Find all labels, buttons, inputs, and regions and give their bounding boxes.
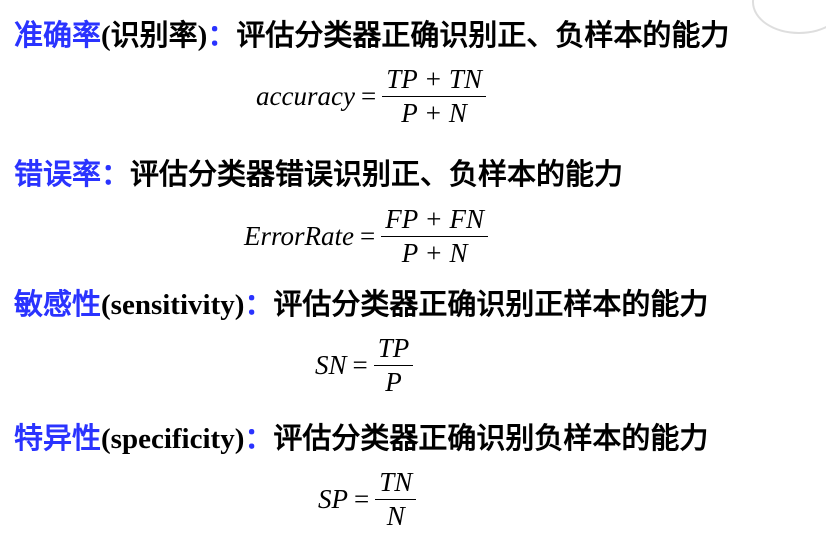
accuracy-formula: accuracy = TP + TN P + N bbox=[256, 64, 486, 129]
specificity-numerator: TN bbox=[379, 467, 413, 497]
specificity-formula-equals: = bbox=[354, 484, 370, 515]
sensitivity-numerator: TP bbox=[377, 333, 410, 363]
accuracy-formula-equals: = bbox=[360, 81, 377, 112]
error-rate-denominator: P + N bbox=[401, 238, 468, 269]
sensitivity-term: 敏感性 bbox=[14, 287, 102, 321]
error-rate-formula-equals: = bbox=[360, 221, 376, 252]
sensitivity-fraction-bar bbox=[373, 364, 414, 367]
sensitivity-description: 评估分类器正确识别正样本的能力 bbox=[273, 287, 709, 321]
accuracy-denominator: P + N bbox=[401, 98, 467, 129]
error-rate-term: 错误率 bbox=[14, 157, 102, 191]
specificity-heading: 特异性(specificity)：评估分类器正确识别负样本的能力 bbox=[14, 424, 708, 454]
error-rate-fraction-bar bbox=[381, 235, 488, 238]
error-rate-numerator: FP + FN bbox=[385, 204, 484, 234]
accuracy-numerator: TP + TN bbox=[386, 64, 482, 94]
sensitivity-heading: 敏感性(sensitivity)：评估分类器正确识别正样本的能力 bbox=[14, 290, 708, 320]
error-rate-colon: ： bbox=[101, 157, 131, 191]
specificity-term-alias: (specificity) bbox=[101, 423, 245, 455]
error-rate-formula-lhs: ErrorRate bbox=[244, 221, 354, 252]
accuracy-formula-lhs: accuracy bbox=[256, 81, 355, 112]
error-rate-description: 评估分类器错误识别正、负样本的能力 bbox=[130, 157, 624, 191]
specificity-formula: SP = TN N bbox=[318, 467, 417, 532]
sensitivity-formula: SN = TP P bbox=[315, 333, 414, 398]
specificity-fraction-bar bbox=[375, 498, 417, 501]
error-rate-fraction: FP + FN P + N bbox=[381, 204, 488, 269]
accuracy-term: 准确率 bbox=[14, 18, 102, 52]
specificity-description: 评估分类器正确识别负样本的能力 bbox=[273, 421, 709, 455]
sensitivity-denominator: P bbox=[385, 367, 402, 398]
sensitivity-term-alias: (sensitivity) bbox=[101, 289, 245, 321]
sensitivity-formula-equals: = bbox=[352, 350, 368, 381]
sensitivity-colon: ： bbox=[244, 287, 274, 321]
accuracy-description: 评估分类器正确识别正、负样本的能力 bbox=[236, 18, 730, 52]
accuracy-fraction-bar bbox=[382, 95, 486, 98]
accuracy-term-alias: (识别率) bbox=[101, 20, 208, 52]
watermark-seal-decoration bbox=[752, 0, 826, 34]
accuracy-fraction: TP + TN P + N bbox=[382, 64, 486, 129]
sensitivity-formula-lhs: SN bbox=[315, 350, 347, 381]
accuracy-colon: ： bbox=[207, 18, 237, 52]
error-rate-formula: ErrorRate = FP + FN P + N bbox=[244, 204, 488, 269]
specificity-colon: ： bbox=[244, 421, 274, 455]
specificity-formula-lhs: SP bbox=[318, 484, 348, 515]
accuracy-heading: 准确率(识别率)：评估分类器正确识别正、负样本的能力 bbox=[14, 21, 729, 51]
specificity-denominator: N bbox=[386, 501, 405, 532]
sensitivity-fraction: TP P bbox=[373, 333, 414, 398]
specificity-term: 特异性 bbox=[14, 421, 102, 455]
error-rate-heading: 错误率：评估分类器错误识别正、负样本的能力 bbox=[14, 160, 623, 189]
specificity-fraction: TN N bbox=[375, 467, 417, 532]
